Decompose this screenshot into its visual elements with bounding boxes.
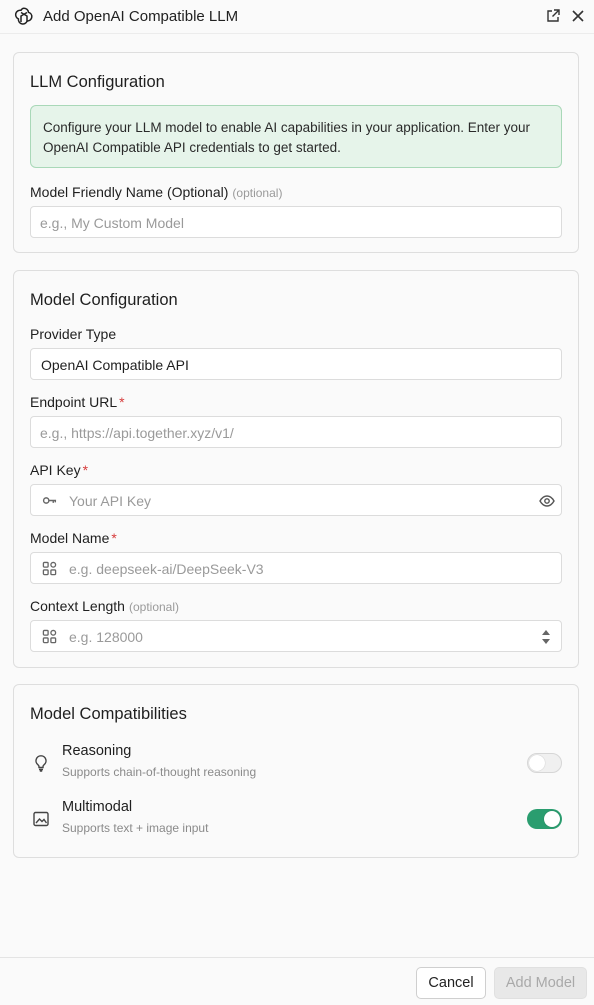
multimodal-toggle[interactable]	[527, 809, 562, 829]
optional-tag: (optional)	[232, 186, 283, 200]
openai-logo-icon	[14, 7, 33, 25]
friendly-name-input[interactable]: e.g., My Custom Model	[30, 206, 562, 238]
endpoint-url-label: Endpoint URL *	[30, 394, 125, 410]
close-icon[interactable]	[570, 8, 586, 24]
eye-icon[interactable]	[539, 493, 555, 509]
api-key-label: API Key *	[30, 462, 89, 478]
friendly-name-label: Model Friendly Name (Optional) (optional)	[30, 184, 283, 200]
section-title: LLM Configuration	[30, 73, 165, 91]
endpoint-url-placeholder: e.g., https://api.together.xyz/v1/	[40, 425, 234, 441]
friendly-name-placeholder: e.g., My Custom Model	[40, 215, 184, 231]
llm-configuration-card: LLM Configuration Configure your LLM mod…	[13, 52, 579, 253]
api-key-input[interactable]: Your API Key	[30, 484, 562, 516]
provider-type-select[interactable]: OpenAI Compatible API	[30, 348, 562, 380]
api-key-placeholder: Your API Key	[69, 493, 151, 509]
window-title: Add OpenAI Compatible LLM	[43, 8, 239, 25]
reasoning-title: Reasoning	[62, 743, 132, 759]
cancel-button[interactable]: Cancel	[416, 967, 486, 999]
image-icon	[33, 811, 49, 827]
model-name-label: Model Name *	[30, 530, 117, 546]
endpoint-url-input[interactable]: e.g., https://api.together.xyz/v1/	[30, 416, 562, 448]
model-name-placeholder: e.g. deepseek-ai/DeepSeek-V3	[69, 561, 264, 577]
required-marker: *	[82, 462, 89, 478]
dialog-footer: Cancel Add Model	[0, 957, 594, 1005]
context-length-input[interactable]: e.g. 128000	[30, 620, 562, 652]
optional-tag: (optional)	[128, 600, 179, 614]
context-length-label: Context Length (optional)	[30, 598, 179, 614]
grid-icon	[42, 561, 57, 576]
multimodal-title: Multimodal	[62, 799, 133, 815]
model-compatibilities-card: Model Compatibilities Reasoning Supports…	[13, 684, 579, 858]
reasoning-subtitle: Supports chain-of-thought reasoning	[62, 765, 257, 779]
required-marker: *	[111, 530, 117, 546]
model-name-input[interactable]: e.g. deepseek-ai/DeepSeek-V3	[30, 552, 562, 584]
multimodal-subtitle: Supports text + image input	[62, 821, 209, 835]
section-title: Model Configuration	[30, 291, 178, 309]
section-title: Model Compatibilities	[30, 705, 187, 723]
capability-row-multimodal: Multimodal Supports text + image input	[30, 799, 562, 843]
toggle-knob	[544, 811, 560, 827]
stepper-arrows-icon[interactable]	[541, 628, 551, 646]
provider-type-label: Provider Type	[30, 326, 117, 342]
add-model-button[interactable]: Add Model	[494, 967, 587, 999]
open-external-icon[interactable]	[545, 8, 561, 24]
reasoning-toggle[interactable]	[527, 753, 562, 773]
grid-icon	[42, 629, 57, 644]
toggle-knob	[529, 755, 545, 771]
provider-type-value: OpenAI Compatible API	[41, 357, 189, 373]
lightbulb-icon	[35, 755, 47, 772]
required-marker: *	[119, 394, 125, 410]
capability-row-reasoning: Reasoning Supports chain-of-thought reas…	[30, 743, 562, 787]
key-icon	[42, 497, 57, 504]
title-bar: Add OpenAI Compatible LLM	[0, 0, 594, 34]
context-length-placeholder: e.g. 128000	[69, 629, 143, 645]
info-banner: Configure your LLM model to enable AI ca…	[30, 105, 562, 168]
model-configuration-card: Model Configuration Provider Type OpenAI…	[13, 270, 579, 668]
